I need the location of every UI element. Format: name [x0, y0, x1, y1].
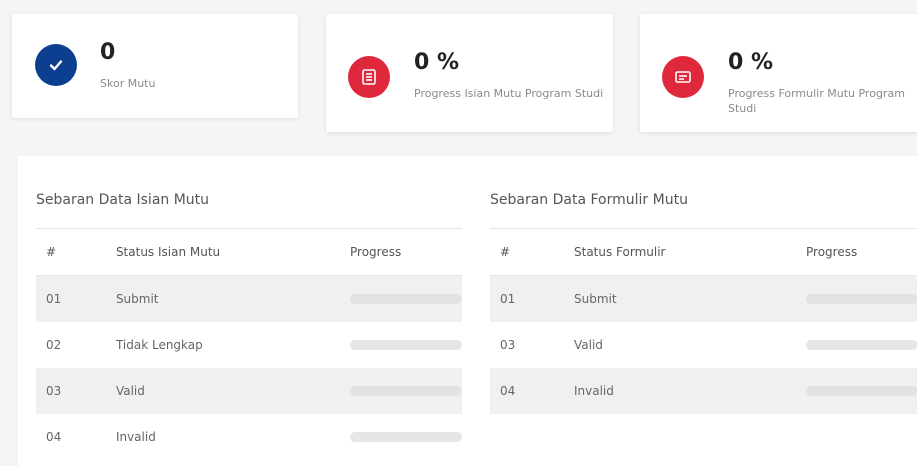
table-row: 01 Submit [36, 275, 462, 322]
row-progress [340, 322, 462, 368]
row-progress [796, 275, 917, 322]
column-header-progress: Progress [340, 228, 462, 276]
table-row: 02 Tidak Lengkap [36, 322, 462, 368]
check-icon [35, 44, 77, 86]
row-progress [340, 414, 462, 460]
row-number: 01 [36, 275, 106, 322]
progress-bar [806, 340, 917, 350]
formulir-table: # Status Formulir Progress 01 Submit 03 … [490, 228, 917, 414]
formulir-section-title: Sebaran Data Formulir Mutu [490, 192, 688, 208]
list-icon [348, 56, 390, 98]
row-number: 03 [500, 338, 516, 352]
row-progress [796, 322, 917, 368]
stat-card-progress-formulir: 0 % Progress Formulir Mutu Program Studi [640, 14, 917, 132]
row-status: Valid [574, 338, 603, 352]
row-number: 04 [46, 430, 62, 444]
column-header-progress: Progress [796, 228, 917, 276]
row-status: Valid [105, 368, 340, 414]
table-row: 03 Valid [490, 322, 917, 368]
progress-bar [806, 386, 917, 396]
row-status: Tidak Lengkap [115, 338, 203, 352]
column-header-number: # [36, 228, 106, 276]
column-header-number: # [490, 228, 564, 276]
row-progress [340, 275, 462, 322]
stat-value: 0 % [728, 50, 774, 75]
form-icon [662, 56, 704, 98]
progress-bar [350, 294, 462, 304]
stat-card-progress-isian: 0 % Progress Isian Mutu Program Studi [326, 14, 613, 132]
row-status: Invalid [564, 368, 796, 414]
row-progress [340, 368, 462, 414]
row-number: 02 [46, 338, 62, 352]
progress-bar [350, 340, 462, 350]
stat-label: Progress Isian Mutu Program Studi [414, 87, 604, 100]
row-number: 01 [490, 275, 564, 322]
progress-bar [806, 294, 917, 304]
row-number: 04 [490, 368, 564, 414]
column-header-status: Status Isian Mutu [105, 228, 340, 276]
stat-card-skor-mutu: 0 Skor Mutu [12, 14, 298, 118]
row-status: Submit [105, 275, 340, 322]
isian-section-title: Sebaran Data Isian Mutu [36, 192, 210, 208]
progress-bar [350, 432, 462, 442]
stat-value: 0 % [414, 50, 460, 75]
row-status: Submit [564, 275, 796, 322]
table-row: 01 Submit [490, 275, 917, 322]
table-row: 04 Invalid [490, 368, 917, 414]
stat-label: Skor Mutu [100, 77, 156, 90]
row-number: 03 [36, 368, 106, 414]
stat-label: Progress Formulir Mutu Program Studi [728, 87, 905, 115]
row-status: Invalid [115, 430, 156, 444]
table-row: 04 Invalid [36, 414, 462, 460]
progress-bar [350, 386, 462, 396]
table-row: 03 Valid [36, 368, 462, 414]
column-header-status: Status Formulir [564, 228, 796, 276]
row-progress [796, 368, 917, 414]
isian-table: # Status Isian Mutu Progress 01 Submit 0… [36, 228, 462, 460]
stat-value: 0 [100, 40, 116, 65]
